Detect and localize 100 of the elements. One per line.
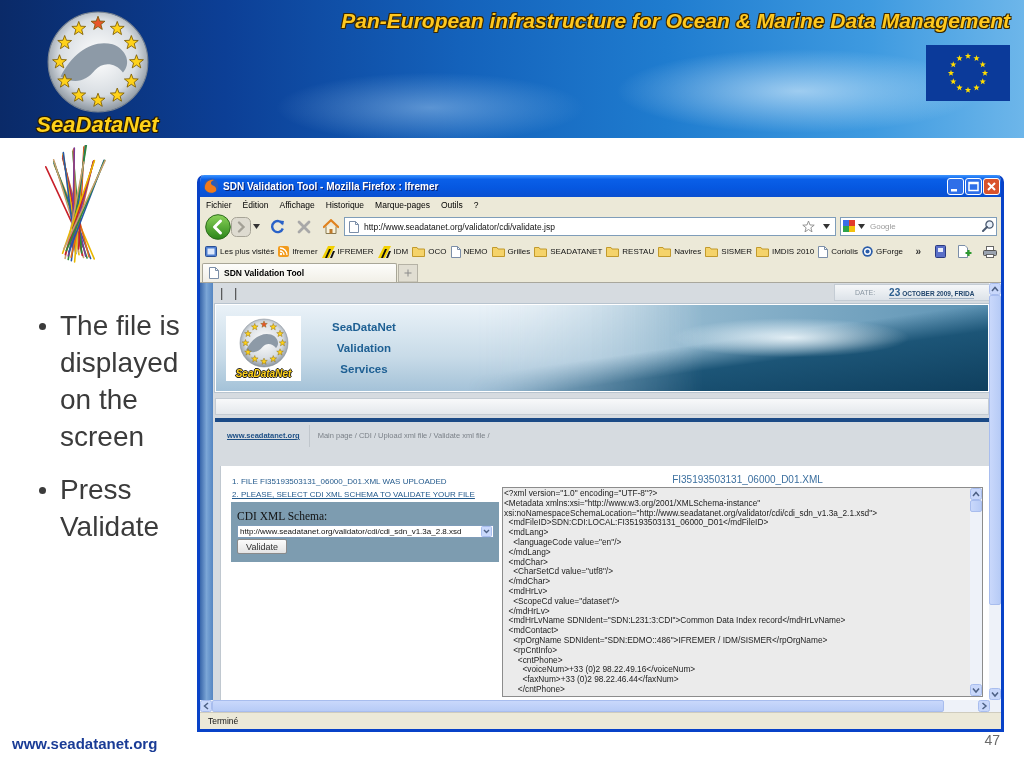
star-icon[interactable]	[802, 220, 815, 233]
bookmark-item[interactable]: Grilles	[491, 246, 531, 257]
page-number: 47	[984, 733, 1000, 748]
bullet-icon	[39, 487, 46, 494]
browser-tab[interactable]: SDN Validation Tool	[202, 263, 397, 282]
code-line: <faxNum>+33 (0)2 98.22.46.44</faxNum>	[521, 675, 679, 685]
bookmark-item[interactable]: IDM	[377, 245, 409, 258]
step-link[interactable]: 2. PLEASE, SELECT CDI XML SCHEMA TO VALIDATE YOUR FILE	[232, 488, 502, 501]
close-icon[interactable]	[983, 177, 1000, 195]
bookmark-item[interactable]: OCO	[412, 246, 447, 257]
bookmark-item[interactable]: RESTAU	[606, 246, 655, 257]
menu-item[interactable]: Outils	[440, 199, 463, 210]
overflow-chevron[interactable]: »	[915, 246, 931, 257]
code-line: <mdHrLv>	[507, 586, 548, 597]
menu-item[interactable]: Historique	[325, 199, 365, 210]
page-icon	[349, 220, 359, 233]
menu-item[interactable]: Affichage	[279, 199, 315, 210]
printer-icon[interactable]	[983, 245, 997, 258]
square-frame-icon	[205, 246, 217, 257]
folder-icon	[606, 246, 620, 257]
scrollbar-thumb[interactable]	[989, 295, 1001, 605]
logo-text: SeaDataNet	[235, 367, 292, 379]
bookmark-item[interactable]: SEADATANET	[534, 246, 603, 257]
code-line: <languageCode value="en"/>	[512, 538, 622, 548]
page-plus-icon[interactable]	[958, 245, 972, 258]
validate-button[interactable]: Validate	[237, 539, 287, 554]
dropdown-caret-icon[interactable]	[858, 223, 865, 229]
code-line: <rpCntInfo>	[512, 645, 558, 656]
code-line: <CharSetCd value="utf8"/>	[512, 567, 613, 577]
code-line: </mdLang>	[507, 547, 551, 558]
scrollbar-thumb[interactable]	[970, 500, 982, 512]
book-icon[interactable]	[935, 245, 946, 258]
date-day: 23	[889, 286, 901, 298]
bullet-text: Press Validate	[60, 473, 161, 544]
menu-item[interactable]: Édition	[242, 199, 269, 210]
dropdown-caret-icon[interactable]	[253, 224, 260, 229]
back-icon[interactable]	[205, 213, 231, 240]
window-title: SDN Validation Tool - Mozilla Firefox : Ifremer	[223, 180, 439, 192]
folder-icon	[491, 246, 505, 257]
colored-squares-icon[interactable]	[843, 220, 855, 232]
folder-icon	[658, 246, 672, 257]
menu-item[interactable]: ?	[473, 199, 479, 210]
vertical-scrollbar[interactable]	[989, 283, 1001, 700]
status-text: Terminé	[208, 716, 239, 726]
vertical-scrollbar[interactable]	[970, 488, 982, 696]
code-line: </cntPhone>	[516, 684, 565, 695]
step-text: 1. FILE FI35193503131_06000_D01.XML WAS UPLOADED	[232, 476, 448, 488]
code-line: <mdLang>	[507, 528, 549, 538]
star-ring-logo	[238, 317, 289, 368]
home-icon[interactable]	[323, 219, 339, 234]
scroll-down-icon[interactable]	[970, 684, 982, 696]
code-line: <ScopeCd value="dataset"/>	[512, 596, 620, 607]
scroll-right-icon[interactable]	[978, 700, 990, 712]
code-line: <mdHrLvName SDNIdent="SDN:L231:3:CDI">Common Data Index record</mdHrLvName>	[507, 616, 846, 626]
code-line: <?xml version="1.0" encoding="UTF-8"?>	[504, 489, 658, 499]
page-icon	[818, 245, 829, 258]
dropdown-caret-icon[interactable]	[823, 224, 830, 229]
scroll-down-icon[interactable]	[989, 688, 1001, 700]
bookmark-item[interactable]: NEMO	[450, 245, 488, 258]
striped-logo-icon	[321, 245, 335, 258]
minimize-icon[interactable]	[947, 177, 964, 195]
scroll-up-icon[interactable]	[970, 488, 982, 500]
bookmark-item[interactable]: IFREMER	[321, 245, 374, 258]
feed-icon	[278, 246, 290, 257]
xml-text-field[interactable]	[502, 487, 983, 697]
bookmark-item[interactable]: Les plus visités	[205, 246, 275, 257]
search-icon[interactable]	[982, 220, 994, 232]
folder-icon	[412, 246, 426, 257]
bookmark-item[interactable]: Navires	[658, 246, 702, 257]
file-title: FI35193503131_06000_D01.XML	[672, 473, 823, 486]
bookmark-item[interactable]: SISMER	[705, 246, 752, 257]
swirl-globe-icon	[203, 178, 219, 194]
scroll-left-icon[interactable]	[200, 700, 212, 712]
search-field[interactable]: Google	[840, 217, 997, 236]
page-icon	[450, 245, 461, 258]
folder-icon	[756, 246, 769, 257]
header-title: SeaDataNet	[332, 320, 396, 335]
address-field[interactable]: http://www.seadatanet.org/validator/cdi/validate.jsp	[344, 217, 836, 236]
code-line: <voiceNum>+33 (0)2 98.22.49.16</voiceNum>	[521, 665, 696, 676]
reload-icon[interactable]	[270, 219, 285, 234]
schema-label: CDI XML Schema:	[237, 510, 328, 523]
maximize-icon[interactable]	[965, 177, 982, 195]
schema-select[interactable]: http://www.seadatanet.org/validator/cdi/cdi_sdn_v1.3a_2.8.xsd	[237, 525, 494, 538]
bookmark-item[interactable]: GForge	[861, 246, 904, 257]
flag-icon	[926, 45, 1010, 101]
code-line: xsi:noNamespaceSchemaLocation="http://www.seadatanet.org/validator/cdi/cdi_sdn_v1.3a_2.1.xsd">	[504, 508, 878, 519]
menu-item[interactable]: Marque-pages	[375, 199, 430, 210]
code-line: </mdHrLv>	[507, 606, 550, 616]
bullet-text: The file is displayed on the screen	[60, 309, 181, 454]
scroll-up-icon[interactable]	[989, 283, 1001, 295]
header-title: Services	[340, 362, 388, 377]
menu-item[interactable]: Fichier	[206, 199, 232, 210]
bookmark-item[interactable]: Coriolis	[818, 245, 858, 258]
bullet-icon	[39, 323, 46, 330]
bookmark-item[interactable]: Ifremer	[278, 246, 318, 257]
bookmark-item[interactable]: IMDIS 2010	[756, 246, 815, 257]
banner-title: Pan-European infrastructure for Ocean & Marine Data Management	[341, 8, 1010, 34]
code-line: </mdChar>	[507, 577, 551, 587]
logo-text: SeaDataNet	[36, 114, 159, 135]
code-line: <mdContact>	[507, 626, 559, 636]
